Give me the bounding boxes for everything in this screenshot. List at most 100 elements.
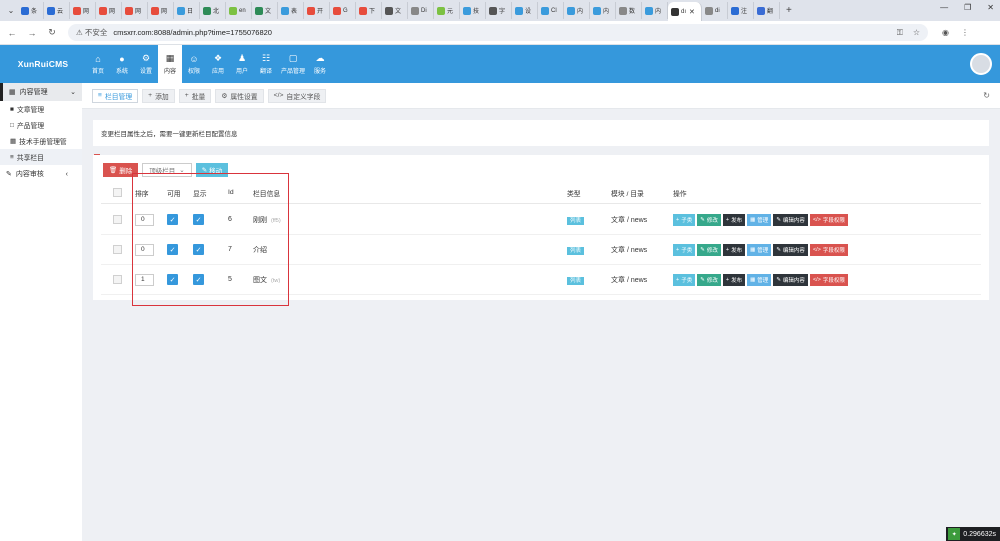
browser-menu-icon[interactable]: ⋮ <box>961 28 969 37</box>
row-action-button[interactable]: ✎ 编辑内容 <box>773 213 808 226</box>
bag-icon: ▢ <box>288 53 298 63</box>
row-action-button[interactable]: + 发布 <box>722 213 746 226</box>
browser-tab[interactable]: Di <box>408 2 434 19</box>
row-action-button[interactable]: </> 字段权限 <box>809 273 848 286</box>
sidebar: ▦ 内容管理 ⌄ ■ 文章管理 □ 产品管理 ▦ 技术手册管理管 ≡ 共享栏目 ✎ 内容审核 … <box>0 83 82 541</box>
row-action-icon: ▦ <box>750 276 756 283</box>
row-checkbox[interactable] <box>113 275 122 284</box>
top-nav-item[interactable]: ☁ 服务 <box>308 45 332 83</box>
sidebar-item[interactable]: ≡ 共享栏目 <box>0 149 82 165</box>
row-action-button[interactable]: ▦ 管理 <box>747 243 772 256</box>
toolbar-button[interactable]: + 批量 <box>178 88 212 103</box>
browser-tab[interactable]: 网 <box>148 2 174 19</box>
sidebar-item[interactable]: ▦ 技术手册管理管 <box>0 133 82 149</box>
row-action-button[interactable]: + 发布 <box>722 243 746 256</box>
row-action-button[interactable]: ✎ 编辑内容 <box>773 273 808 286</box>
browser-tab[interactable]: 技 <box>460 2 486 19</box>
row-action-button[interactable]: ✎ 修改 <box>697 273 721 286</box>
browser-tab[interactable]: 网 <box>122 2 148 19</box>
row-action-button[interactable]: ▦ 管理 <box>747 273 772 286</box>
row-action-button[interactable]: ✎ 修改 <box>697 213 721 226</box>
url-text: cmsxrr.com:8088/admin.php?time=175507682… <box>113 28 272 37</box>
bookmark-star-icon[interactable]: ☆ <box>913 28 920 38</box>
browser-tab[interactable]: 表 <box>278 2 304 19</box>
browser-tab[interactable]: 下 <box>356 2 382 19</box>
toolbar-button[interactable]: ≡ 栏目管理 <box>92 88 139 103</box>
tab-label: 文 <box>265 9 272 15</box>
browser-tab[interactable]: 元 <box>434 2 460 19</box>
browser-tab[interactable]: di <box>702 2 728 19</box>
browser-tab[interactable]: 注 <box>728 2 754 19</box>
forward-icon[interactable]: → <box>24 28 40 38</box>
new-tab-icon[interactable]: + <box>786 5 792 16</box>
row-action-button[interactable]: ✎ 编辑内容 <box>773 243 808 256</box>
row-action-button[interactable]: ✎ 修改 <box>697 243 721 256</box>
user-circle-icon: ☺ <box>189 53 199 64</box>
profile-icon[interactable]: ◉ <box>942 28 949 37</box>
browser-tab[interactable]: 条 <box>18 2 44 19</box>
browser-tab[interactable]: en <box>226 2 252 19</box>
sidebar-group-content[interactable]: ▦ 内容管理 ⌄ <box>0 83 82 101</box>
browser-tab[interactable]: 内 <box>642 2 668 19</box>
sidebar-item[interactable]: □ 产品管理 <box>0 117 82 133</box>
row-action-button[interactable]: </> 字段权限 <box>809 243 848 256</box>
top-nav-item[interactable]: ☺ 权限 <box>182 45 206 83</box>
row-action-button[interactable]: + 子类 <box>673 273 696 286</box>
key-icon[interactable]: ⚿ <box>897 28 903 38</box>
browser-tab[interactable]: 内 <box>590 2 616 19</box>
toolbar-button[interactable]: </> 自定义字段 <box>267 88 327 103</box>
sidebar-group-review[interactable]: ✎ 内容审核 ‹ <box>0 165 82 183</box>
browser-tab[interactable]: 网 <box>96 2 122 19</box>
top-nav-item[interactable]: ⌂ 首页 <box>86 45 110 83</box>
top-nav-item[interactable]: ♟ 用户 <box>230 45 254 83</box>
logo[interactable]: XunRuiCMS <box>0 45 86 83</box>
sidebar-item[interactable]: ■ 文章管理 <box>0 101 82 117</box>
browser-tab[interactable]: 日 <box>174 2 200 19</box>
top-nav-item[interactable]: ▦ 内容 <box>158 45 182 83</box>
browser-tab[interactable]: 数 <box>616 2 642 19</box>
browser-tab[interactable]: 文 <box>382 2 408 19</box>
url-input[interactable]: ⚠ 不安全 cmsxrr.com:8088/admin.php?time=175… <box>68 24 928 41</box>
reload-icon[interactable]: ↻ <box>44 27 60 38</box>
row-action-button[interactable]: ▦ 管理 <box>747 213 772 226</box>
top-nav-item[interactable]: ❖ 应用 <box>206 45 230 83</box>
browser-tab[interactable]: G <box>330 2 356 19</box>
close-tab-icon[interactable]: ✕ <box>689 8 695 16</box>
minimize-icon[interactable]: — <box>940 3 948 12</box>
top-nav-item[interactable]: ☷ 翻译 <box>254 45 278 83</box>
tab-label: 开 <box>317 9 324 15</box>
browser-tab[interactable]: 网 <box>70 2 96 19</box>
browser-tab[interactable]: 云 <box>44 2 70 19</box>
browser-tab[interactable]: dı ✕ <box>668 2 702 21</box>
toolbar-button[interactable]: ⚙ 属性设置 <box>215 88 264 103</box>
top-nav-item[interactable]: ⚙ 设置 <box>134 45 158 83</box>
browser-tab[interactable]: 内 <box>564 2 590 19</box>
tab-favicon-icon <box>47 6 55 15</box>
browser-tab[interactable]: 开 <box>304 2 330 19</box>
browser-tab[interactable]: 字 <box>486 2 512 19</box>
browser-tab[interactable]: Cl <box>538 2 564 19</box>
browser-tab[interactable]: 文 <box>252 2 278 19</box>
toolbar-button[interactable]: + 添加 <box>142 88 175 103</box>
row-action-button[interactable]: </> 字段权限 <box>809 213 848 226</box>
browser-tab[interactable]: 翻 <box>754 2 780 19</box>
refresh-icon[interactable]: ↻ <box>983 91 990 100</box>
browser-tab[interactable]: 设 <box>512 2 538 19</box>
close-window-icon[interactable]: ✕ <box>987 3 994 12</box>
row-action-button[interactable]: + 子类 <box>673 243 696 256</box>
grid-icon: ▦ <box>165 53 175 63</box>
tab-search-icon[interactable]: ⌄ <box>4 4 18 18</box>
row-action-button[interactable]: + 发布 <box>722 273 746 286</box>
maximize-icon[interactable]: ❐ <box>964 3 971 12</box>
row-checkbox[interactable] <box>113 245 122 254</box>
top-nav-item[interactable]: ● 系统 <box>110 45 134 83</box>
browser-tab[interactable]: 北 <box>200 2 226 19</box>
not-secure-label[interactable]: ⚠ 不安全 <box>76 27 107 38</box>
back-icon[interactable]: ← <box>4 28 20 38</box>
top-nav-label: 用户 <box>235 69 248 75</box>
top-nav-item[interactable]: ▢ 产品管理 <box>278 45 308 83</box>
row-checkbox[interactable] <box>113 215 122 224</box>
avatar[interactable] <box>970 53 992 75</box>
select-all-checkbox[interactable] <box>113 188 122 197</box>
row-action-button[interactable]: + 子类 <box>673 213 696 226</box>
